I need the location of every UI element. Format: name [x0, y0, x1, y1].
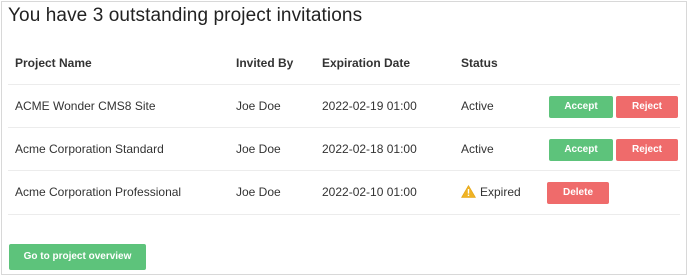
reject-button[interactable]: Reject: [616, 96, 678, 118]
page-title: You have 3 outstanding project invitatio…: [8, 5, 363, 26]
column-header-project-name: Project Name: [15, 56, 92, 70]
project-name: Acme Corporation Professional: [15, 185, 182, 199]
warning-icon: [461, 173, 476, 216]
table-header: Project Name Invited By Expiration Date …: [8, 42, 680, 85]
project-name: Acme Corporation Standard: [15, 142, 164, 156]
invited-by: Joe Doe: [236, 185, 281, 199]
column-header-expiration-date: Expiration Date: [322, 56, 411, 70]
expiration-date: 2022-02-10 01:00: [322, 185, 417, 199]
table-row: Acme Corporation Professional Joe Doe 20…: [8, 170, 680, 215]
invitations-panel: You have 3 outstanding project invitatio…: [1, 1, 687, 275]
status-text: Expired: [480, 185, 521, 199]
column-header-status: Status: [461, 56, 498, 70]
delete-button[interactable]: Delete: [547, 182, 609, 204]
column-header-invited-by: Invited By: [236, 56, 294, 70]
status-cell: Expired: [461, 171, 521, 214]
table-row: Acme Corporation Standard Joe Doe 2022-0…: [8, 127, 680, 171]
status-text: Active: [461, 142, 494, 156]
accept-button[interactable]: Accept: [549, 139, 613, 161]
reject-button[interactable]: Reject: [616, 139, 678, 161]
accept-button[interactable]: Accept: [549, 96, 613, 118]
status-text: Active: [461, 99, 494, 113]
invited-by: Joe Doe: [236, 142, 281, 156]
project-name: ACME Wonder CMS8 Site: [15, 99, 156, 113]
go-to-project-overview-button[interactable]: Go to project overview: [9, 244, 146, 270]
expiration-date: 2022-02-18 01:00: [322, 142, 417, 156]
invited-by: Joe Doe: [236, 99, 281, 113]
expiration-date: 2022-02-19 01:00: [322, 99, 417, 113]
table-row: ACME Wonder CMS8 Site Joe Doe 2022-02-19…: [8, 84, 680, 128]
